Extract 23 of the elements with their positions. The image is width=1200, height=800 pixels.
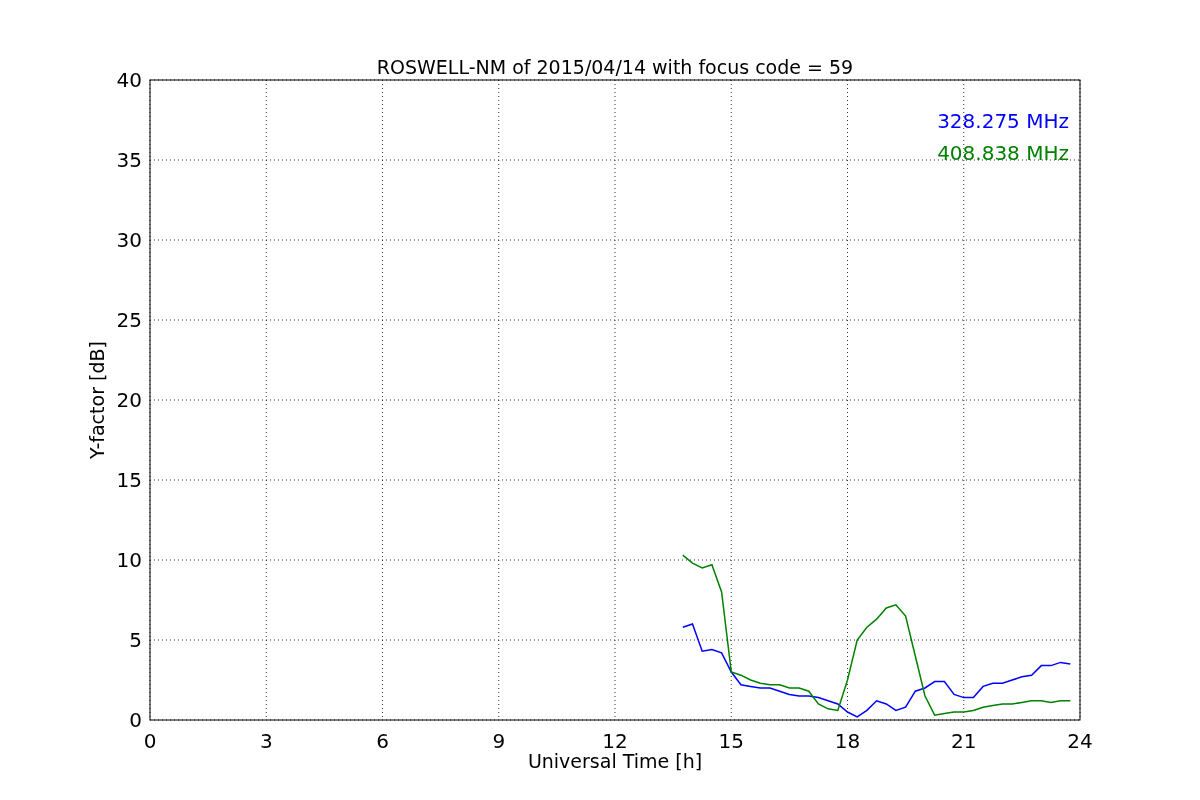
legend-label: 328.275 MHz	[937, 109, 1069, 133]
x-tick-label: 6	[376, 729, 389, 753]
x-tick-label: 24	[1067, 729, 1093, 753]
y-tick-label: 30	[116, 228, 142, 252]
y-tick-label: 15	[116, 468, 142, 492]
x-tick-label: 21	[951, 729, 977, 753]
y-tick-label: 25	[116, 308, 142, 332]
y-axis-label: Y-factor [dB]	[86, 341, 108, 459]
x-tick-label: 12	[602, 729, 628, 753]
x-tick-label: 15	[718, 729, 744, 753]
x-tick-label: 9	[492, 729, 506, 753]
y-tick-label: 35	[116, 148, 142, 172]
y-tick-label: 0	[129, 708, 142, 732]
y-tick-label: 20	[116, 388, 142, 412]
x-tick-label: 3	[259, 729, 273, 753]
x-tick-label: 0	[143, 729, 157, 753]
y-tick-label: 10	[116, 548, 142, 572]
x-axis-label: Universal Time [h]	[527, 750, 703, 772]
y-tick-label: 40	[116, 68, 142, 92]
legend-label: 408.838 MHz	[937, 141, 1069, 165]
x-tick-label: 18	[834, 729, 861, 753]
chart-title: ROSWELL-NM of 2015/04/14 with focus code = 59	[376, 56, 854, 78]
y-tick-label: 5	[129, 628, 142, 652]
